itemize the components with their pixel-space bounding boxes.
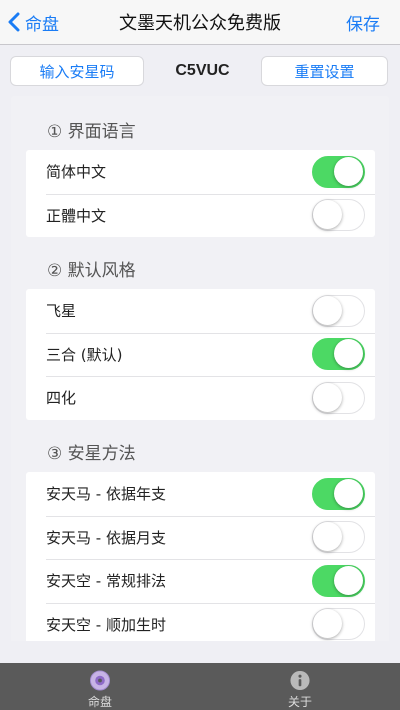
toggle-knob [313,522,342,552]
tab-bar: 命盘 关于 [0,663,400,710]
toggle-knob [313,295,342,325]
tab-chart[interactable]: 命盘 [0,663,200,710]
toggle-knob [334,339,363,369]
group-language: 简体中文 正體中文 [26,150,375,237]
row-label: 安天空 - 顺加生时 [46,615,166,634]
toggle-switch[interactable] [312,608,365,641]
action-bar: 输入安星码 C5VUC 重置设置 [0,45,400,95]
setting-row-tianma-month: 安天马 - 依据月支 [26,515,375,560]
row-label: 正體中文 [46,206,107,225]
toggle-knob [313,609,342,639]
toggle-switch[interactable] [312,381,365,414]
setting-row-tianma-year: 安天马 - 依据年支 [26,472,375,516]
tab-label: 命盘 [87,695,112,709]
tab-label: 关于 [287,695,312,709]
row-label: 四化 [46,389,77,408]
toggle-switch[interactable] [312,521,365,554]
save-button[interactable]: 保存 [346,0,380,44]
group-method: 安天马 - 依据年支 安天马 - 依据月支 安天空 - 常规排法 安天空 - 顺… [26,472,375,641]
page-title: 文墨天机公众免费版 [119,13,281,34]
toggle-knob [313,382,342,412]
row-label: 飞星 [46,302,77,321]
section-header-method: ③ 安星方法 [47,443,136,464]
back-label: 命盘 [25,14,59,35]
row-label: 简体中文 [46,163,107,182]
setting-row-simplified: 简体中文 [26,150,375,194]
toggle-knob [334,565,363,595]
disc-icon [89,670,111,691]
setting-row-feixing: 飞星 [26,289,375,333]
reset-settings-button[interactable]: 重置设置 [261,56,388,86]
row-label: 三合 (默认) [46,345,123,364]
tab-about[interactable]: 关于 [200,663,400,710]
input-code-button[interactable]: 输入安星码 [10,56,144,86]
toggle-switch[interactable] [312,477,365,510]
setting-row-sanhe: 三合 (默认) [26,332,375,377]
toggle-knob [334,156,363,186]
setting-row-sihua: 四化 [26,376,375,420]
toggle-switch[interactable] [312,199,365,232]
toggle-knob [313,200,342,230]
toggle-switch[interactable] [312,338,365,371]
settings-content[interactable]: ① 界面语言 简体中文 正體中文 ② 默认风格 飞星 三合 (默认) 四化 ③ … [11,96,389,641]
back-button[interactable]: 命盘 [8,0,59,44]
toggle-switch[interactable] [312,564,365,597]
row-label: 安天空 - 常规排法 [46,572,166,591]
star-code: C5VUC [175,62,230,79]
toggle-switch[interactable] [312,294,365,327]
info-icon [290,670,310,691]
setting-row-tiankong-regular: 安天空 - 常规排法 [26,559,375,603]
row-label: 安天马 - 依据月支 [46,528,166,547]
group-style: 飞星 三合 (默认) 四化 [26,289,375,420]
row-label: 安天马 - 依据年支 [46,485,166,504]
section-header-language: ① 界面语言 [47,121,136,142]
navigation-bar: 命盘 文墨天机公众免费版 保存 [0,0,400,45]
setting-row-tiankong-hour: 安天空 - 顺加生时 [26,602,375,642]
chevron-left-icon [8,12,20,32]
toggle-switch[interactable] [312,155,365,188]
section-header-style: ② 默认风格 [47,260,136,281]
toggle-knob [334,478,363,508]
setting-row-traditional: 正體中文 [26,193,375,238]
